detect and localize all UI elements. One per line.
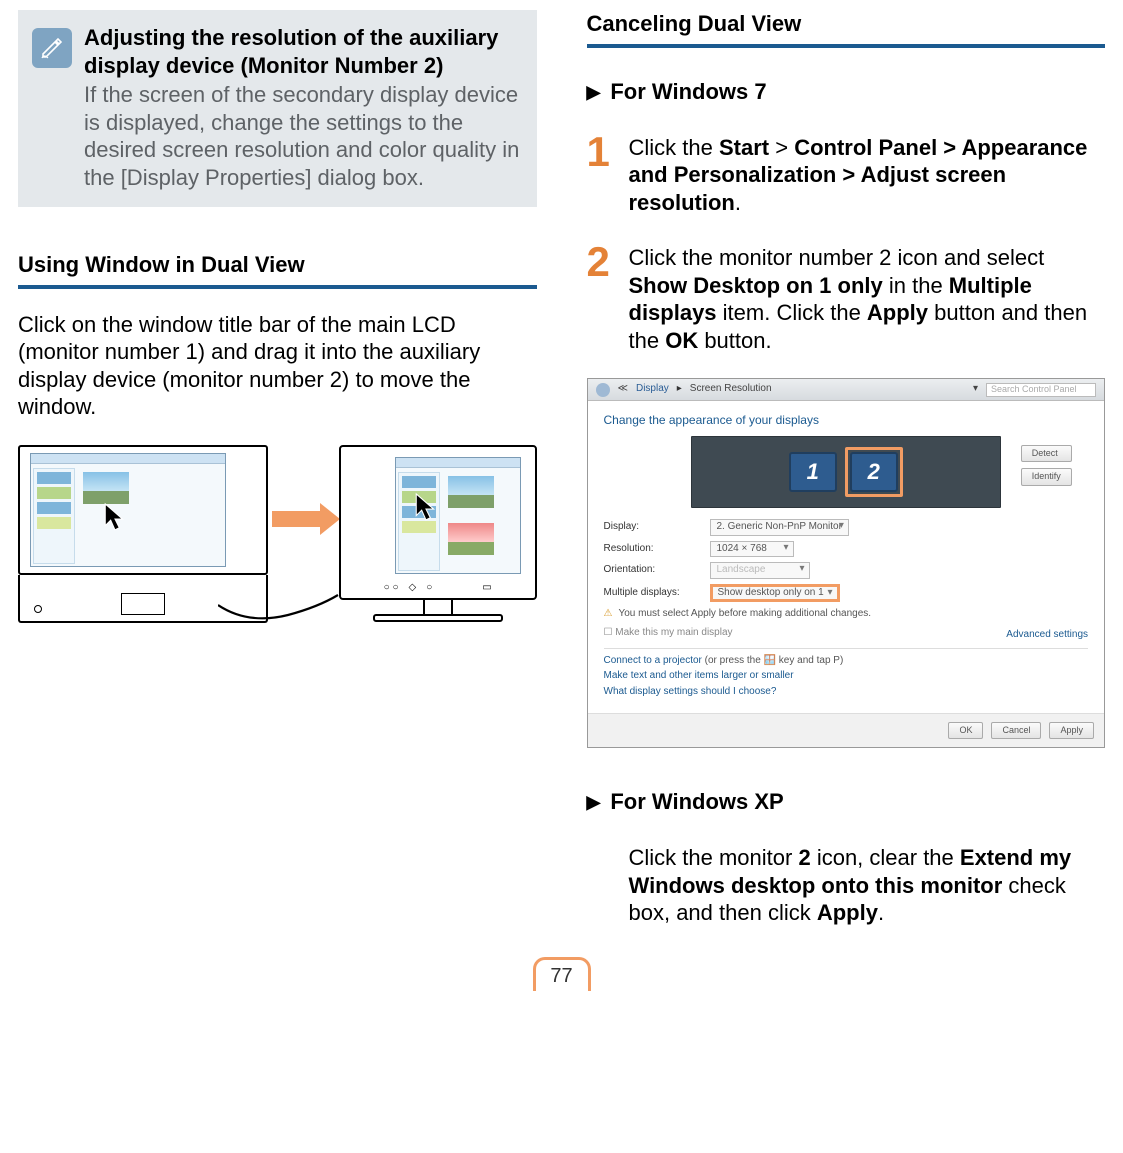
orientation-select[interactable]: Landscape: [710, 562, 810, 579]
resolution-label: Resolution:: [604, 543, 700, 556]
pencil-note-icon: [32, 28, 72, 68]
display-label: Display:: [604, 521, 700, 534]
body-text: Click on the window title bar of the mai…: [18, 311, 537, 421]
step-number: 1: [587, 134, 615, 217]
section-heading-dual-view: Using Window in Dual View: [18, 251, 537, 285]
step-2: 2 Click the monitor number 2 icon and se…: [587, 244, 1106, 354]
note-box: Adjusting the resolution of the auxiliar…: [18, 10, 537, 207]
monitor-icon: ○ ○◇○ ▭: [339, 445, 537, 622]
section-underline: [18, 285, 537, 289]
monitor-1-icon[interactable]: 1: [789, 452, 837, 492]
arrow-right-icon: [272, 503, 335, 535]
step-1: 1 Click the Start > Control Panel > Appe…: [587, 134, 1106, 217]
connect-projector-link[interactable]: Connect to a projector: [604, 655, 702, 666]
triangle-bullet-icon: ▶: [587, 78, 601, 106]
text-size-link[interactable]: Make text and other items larger or smal…: [604, 670, 1089, 683]
note-body: If the screen of the secondary display d…: [84, 81, 521, 191]
page-number: 77: [18, 957, 1105, 991]
resolution-select[interactable]: 1024 × 768: [710, 541, 794, 558]
multiple-displays-select[interactable]: Show desktop only on 1: [710, 584, 840, 603]
cancel-button[interactable]: Cancel: [991, 722, 1041, 739]
breadcrumb[interactable]: Screen Resolution: [690, 383, 772, 396]
ok-button[interactable]: OK: [948, 722, 983, 739]
subsection-label: For Windows XP: [610, 788, 783, 816]
section-heading-cancel: Canceling Dual View: [587, 10, 1106, 44]
step-number: 2: [587, 244, 615, 354]
identify-button[interactable]: Identify: [1021, 468, 1072, 485]
monitor-picker: 1 2 Detect Identify: [691, 436, 1001, 508]
highlight-box: 2: [845, 447, 903, 497]
apply-button[interactable]: Apply: [1049, 722, 1094, 739]
breadcrumb[interactable]: Display: [636, 383, 669, 396]
back-icon[interactable]: [596, 383, 610, 397]
section-underline: [587, 44, 1106, 48]
monitor-2-icon[interactable]: 2: [850, 452, 898, 492]
step-text: Click the monitor number 2 icon and sele…: [629, 244, 1102, 354]
step-text: Click the monitor 2 icon, clear the Exte…: [629, 844, 1102, 927]
orientation-label: Orientation:: [604, 564, 700, 577]
step-xp: 0 Click the monitor 2 icon, clear the Ex…: [587, 844, 1106, 927]
help-link[interactable]: What display settings should I choose?: [604, 686, 1089, 699]
note-title: Adjusting the resolution of the auxiliar…: [84, 24, 521, 79]
subsection-label: For Windows 7: [610, 78, 766, 106]
subsection-windows-7: ▶ For Windows 7: [587, 78, 1106, 106]
subsection-windows-xp: ▶ For Windows XP: [587, 788, 1106, 816]
window-icon: [30, 453, 226, 567]
detect-button[interactable]: Detect: [1021, 445, 1072, 462]
window-icon: [395, 457, 521, 574]
drag-window-illustration: ○ ○◇○ ▭: [18, 445, 537, 623]
display-select[interactable]: 2. Generic Non-PnP Monitor: [710, 519, 849, 536]
window-titlebar: ≪ Display ▸ Screen Resolution ▾ Search C…: [588, 379, 1105, 401]
screen-resolution-screenshot: ≪ Display ▸ Screen Resolution ▾ Search C…: [587, 378, 1106, 748]
triangle-bullet-icon: ▶: [587, 788, 601, 816]
step-text: Click the Start > Control Panel > Appear…: [629, 134, 1102, 217]
dialog-heading: Change the appearance of your displays: [604, 413, 1089, 428]
search-input[interactable]: Search Control Panel: [986, 383, 1096, 397]
